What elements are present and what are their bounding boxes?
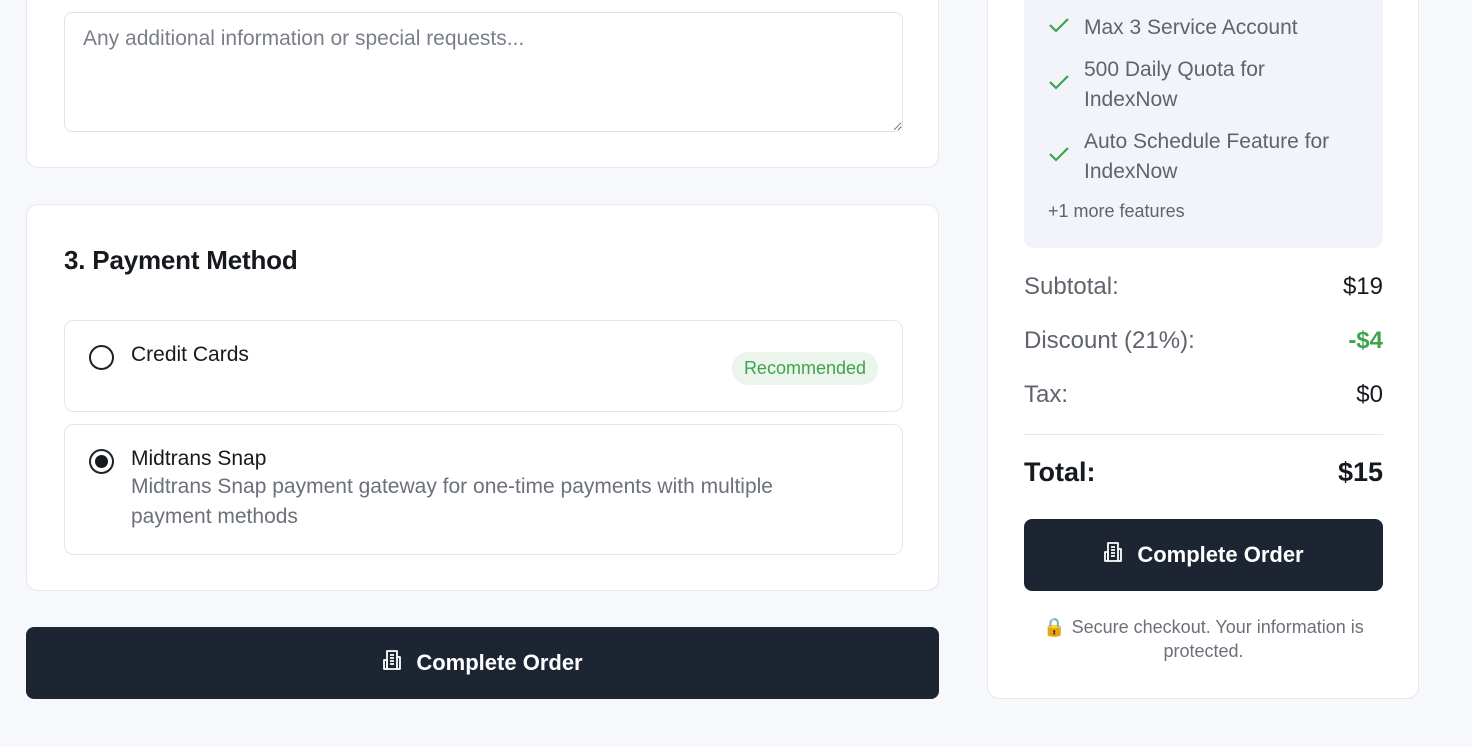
secure-checkout-text: Secure checkout. Your information is pro… — [1071, 617, 1364, 661]
tax-value: $0 — [1356, 381, 1383, 408]
recommended-badge: Recommended — [731, 352, 878, 385]
summary-complete-order-button[interactable]: Complete Order — [1024, 519, 1383, 591]
order-summary-card: Max 3 Service Account 500 Daily Quota fo… — [987, 0, 1419, 699]
complete-order-button[interactable]: Complete Order — [26, 627, 939, 699]
subtotal-row: Subtotal: $19 — [1024, 273, 1383, 301]
payment-option-credit-cards[interactable]: Credit Cards Recommended — [64, 320, 903, 412]
summary-divider — [1024, 434, 1383, 435]
feature-text: Auto Schedule Feature for IndexNow — [1084, 130, 1330, 183]
check-icon — [1048, 142, 1070, 172]
total-row: Total: $15 — [1024, 457, 1383, 488]
tax-label: Tax: — [1024, 381, 1069, 408]
more-features-text: +1 more features — [1048, 201, 1185, 221]
discount-label: Discount (21%): — [1024, 327, 1195, 354]
notes-card — [26, 0, 939, 168]
payment-method-title: 3. Payment Method — [64, 245, 298, 275]
feature-text: Max 3 Service Account — [1084, 16, 1298, 39]
feature-item: Auto Schedule Feature for IndexNow — [1048, 127, 1358, 187]
discount-value: -$4 — [1348, 327, 1383, 354]
lock-icon: 🔒 — [1043, 617, 1066, 637]
feature-item: Max 3 Service Account — [1048, 13, 1298, 43]
feature-item: 500 Daily Quota for IndexNow — [1048, 55, 1348, 115]
receipt-icon — [382, 648, 404, 678]
additional-notes-textarea[interactable] — [64, 12, 903, 132]
check-icon — [1048, 13, 1070, 43]
total-value: $15 — [1337, 457, 1383, 487]
check-icon — [1048, 70, 1070, 100]
feature-text: 500 Daily Quota for IndexNow — [1084, 58, 1265, 111]
payment-option-midtrans-snap[interactable]: Midtrans Snap Midtrans Snap payment gate… — [64, 424, 903, 555]
subtotal-label: Subtotal: — [1024, 273, 1119, 300]
summary-complete-order-label: Complete Order — [1137, 542, 1304, 567]
secure-checkout-note: 🔒 Secure checkout. Your information is pr… — [1024, 615, 1383, 663]
credit-cards-label: Credit Cards — [131, 343, 249, 366]
plan-features-box: Max 3 Service Account 500 Daily Quota fo… — [1024, 0, 1383, 248]
midtrans-snap-label: Midtrans Snap — [131, 447, 267, 470]
credit-cards-radio[interactable] — [89, 345, 114, 370]
complete-order-label: Complete Order — [416, 650, 583, 675]
midtrans-snap-description: Midtrans Snap payment gateway for one-ti… — [131, 475, 773, 528]
receipt-icon — [1103, 540, 1125, 570]
payment-method-card: 3. Payment Method Credit Cards Recommend… — [26, 204, 939, 591]
subtotal-value: $19 — [1342, 273, 1383, 300]
midtrans-snap-radio[interactable] — [89, 449, 114, 474]
tax-row: Tax: $0 — [1024, 381, 1383, 409]
total-label: Total: — [1024, 457, 1096, 487]
discount-row: Discount (21%): -$4 — [1024, 327, 1383, 355]
checkout-page: 3. Payment Method Credit Cards Recommend… — [0, 0, 1472, 747]
